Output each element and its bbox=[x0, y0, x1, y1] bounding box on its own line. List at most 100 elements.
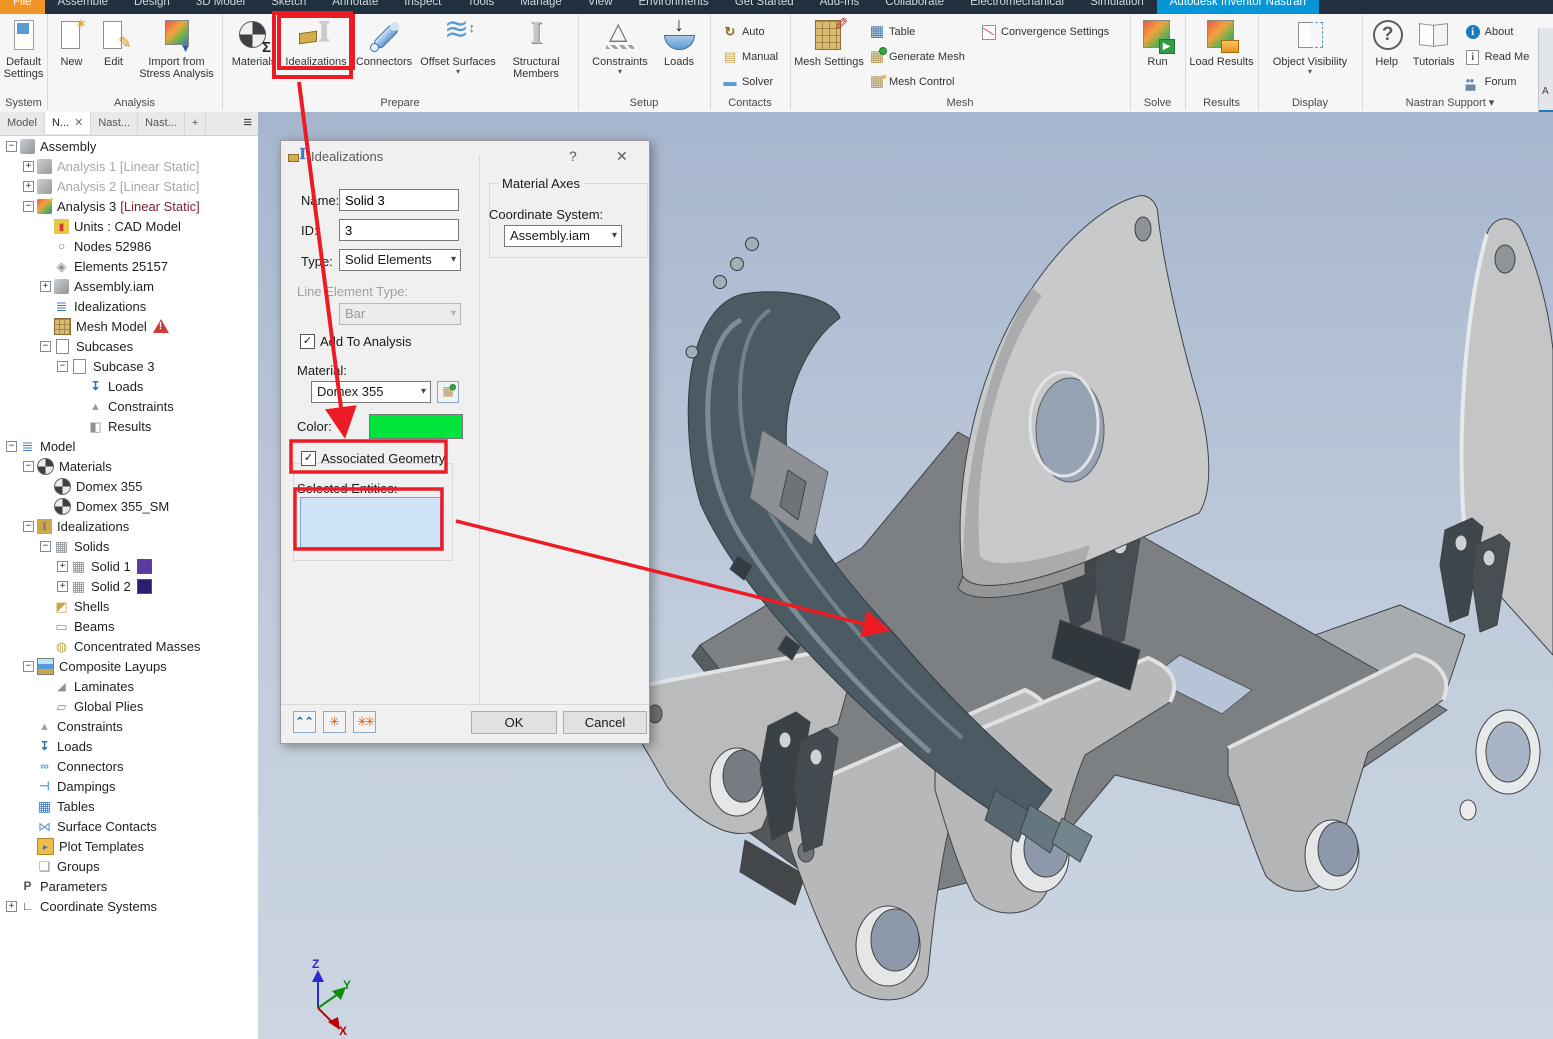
id-input[interactable] bbox=[339, 219, 459, 241]
idealizations-button[interactable]: Idealizations bbox=[277, 14, 355, 70]
tree-item-subcases[interactable]: − Subcases bbox=[0, 336, 258, 356]
menu-tab-simulation[interactable]: Simulation bbox=[1077, 0, 1157, 14]
tree-item-model[interactable]: − Model bbox=[0, 436, 258, 456]
tree-item-parameters[interactable]: Parameters bbox=[0, 876, 258, 896]
dialog-close-button[interactable]: ✕ bbox=[616, 148, 628, 165]
tree-item-solids[interactable]: − Solids bbox=[0, 536, 258, 556]
ok-button[interactable]: OK bbox=[471, 711, 557, 734]
minus-expander-icon[interactable]: − bbox=[40, 540, 51, 552]
run-button[interactable]: Run bbox=[1136, 16, 1180, 68]
menu-tab-design[interactable]: Design bbox=[121, 0, 183, 14]
forum-button[interactable]: Forum bbox=[1461, 69, 1534, 96]
tree-item-nodes-52986[interactable]: Nodes 52986 bbox=[0, 236, 258, 256]
panel-tab-model[interactable]: Model bbox=[0, 112, 45, 134]
dialog-titlebar[interactable]: Idealizations ? ✕ bbox=[281, 141, 649, 171]
load-results-button[interactable]: Load Results bbox=[1187, 16, 1257, 68]
menu-tab-get-started[interactable]: Get Started bbox=[722, 0, 807, 14]
collapse-dialog-button[interactable]: ⌃⌃ bbox=[293, 711, 316, 733]
default-settings-button[interactable]: Default Settings bbox=[1, 16, 47, 80]
tree-item-assembly-iam[interactable]: + Assembly.iam bbox=[0, 276, 258, 296]
cancel-button[interactable]: Cancel bbox=[563, 711, 647, 734]
new-analysis-button[interactable]: New bbox=[50, 15, 94, 68]
tree-item-loads[interactable]: Loads bbox=[0, 736, 258, 756]
plus-expander-icon[interactable]: + bbox=[57, 580, 68, 592]
add-to-analysis-checkbox[interactable]: ✓ bbox=[300, 334, 315, 349]
tree-item-idealizations[interactable]: − Idealizations bbox=[0, 516, 258, 536]
tree-item-concentrated-masses[interactable]: Concentrated Masses bbox=[0, 636, 258, 656]
minus-expander-icon[interactable]: − bbox=[23, 520, 34, 532]
materials-button[interactable]: Materials bbox=[229, 16, 279, 68]
tree-item-composite-layups[interactable]: − Composite Layups bbox=[0, 656, 258, 676]
plus-expander-icon[interactable]: + bbox=[23, 180, 34, 192]
tree-item-mesh-model[interactable]: Mesh Model bbox=[0, 316, 258, 336]
tree-item-subcase-3[interactable]: − Subcase 3 bbox=[0, 356, 258, 376]
plus-expander-icon[interactable]: + bbox=[23, 160, 34, 172]
menu-tab-collaborate[interactable]: Collaborate bbox=[872, 0, 957, 14]
panel-tab-[interactable]: + bbox=[185, 112, 207, 134]
structural-members-button[interactable]: Structural Members bbox=[501, 14, 571, 80]
tree-item-dampings[interactable]: Dampings bbox=[0, 776, 258, 796]
tree-item-groups[interactable]: Groups bbox=[0, 856, 258, 876]
associated-geometry-checkbox[interactable]: ✓ bbox=[301, 451, 316, 466]
plus-expander-icon[interactable]: + bbox=[40, 280, 51, 292]
tree-item-tables[interactable]: Tables bbox=[0, 796, 258, 816]
auto-contacts-button[interactable]: Auto bbox=[718, 19, 782, 44]
hamburger-menu-icon[interactable]: ≡ bbox=[243, 112, 252, 134]
tree-item-solid-2[interactable]: + Solid 2 bbox=[0, 576, 258, 596]
coordinate-system-dropdown[interactable]: Assembly.iam ▾ bbox=[504, 225, 622, 247]
material-dropdown[interactable]: Domex 355 ▾ bbox=[311, 381, 431, 403]
color-swatch[interactable] bbox=[136, 578, 152, 594]
tree-item-analysis-2-linear-static[interactable]: + Analysis 2 [Linear Static] bbox=[0, 176, 258, 196]
menu-tab-add-ins[interactable]: Add-Ins bbox=[807, 0, 873, 14]
color-swatch-field[interactable] bbox=[369, 414, 463, 439]
edit-analysis-button[interactable]: Edit bbox=[94, 16, 134, 68]
tree-item-assembly[interactable]: − Assembly bbox=[0, 136, 258, 156]
offset-surfaces-button[interactable]: Offset Surfaces ▾ bbox=[415, 12, 501, 76]
manual-contact-button[interactable]: Manual bbox=[718, 44, 782, 69]
menu-tab-annotate[interactable]: Annotate bbox=[319, 0, 391, 14]
new-material-button[interactable] bbox=[437, 381, 459, 403]
menu-tab-autodesk-inventor-nastran[interactable]: Autodesk Inventor Nastran bbox=[1156, 0, 1319, 14]
minus-expander-icon[interactable]: − bbox=[6, 140, 17, 152]
tree-item-constraints[interactable]: Constraints bbox=[0, 716, 258, 736]
import-from-stress-analysis-button[interactable]: Import from Stress Analysis bbox=[134, 16, 220, 80]
minus-expander-icon[interactable]: − bbox=[23, 460, 34, 472]
panel-tab-nast[interactable]: Nast... bbox=[91, 112, 139, 134]
preview-button[interactable]: ✳ bbox=[323, 711, 346, 733]
minus-expander-icon[interactable]: − bbox=[23, 660, 34, 672]
tutorials-button[interactable]: Tutorials bbox=[1407, 16, 1461, 68]
about-button[interactable]: About bbox=[1461, 19, 1534, 44]
plus-expander-icon[interactable]: + bbox=[6, 900, 17, 912]
tree-item-connectors[interactable]: Connectors bbox=[0, 756, 258, 776]
tree-item-analysis-1-linear-static[interactable]: + Analysis 1 [Linear Static] bbox=[0, 156, 258, 176]
tree-item-analysis-3[interactable]: − Analysis 3[Linear Static] bbox=[0, 193, 258, 216]
menu-tab-file[interactable]: File bbox=[0, 0, 45, 14]
color-swatch[interactable] bbox=[136, 558, 152, 574]
plus-expander-icon[interactable]: + bbox=[57, 560, 68, 572]
name-input[interactable] bbox=[339, 189, 459, 211]
help-button[interactable]: Help bbox=[1367, 16, 1407, 68]
tree-item-constraints[interactable]: Constraints bbox=[0, 396, 258, 416]
tree-item-results[interactable]: Results bbox=[0, 416, 258, 436]
mesh-table-button[interactable]: Table bbox=[865, 19, 977, 44]
tree-item-global-plies[interactable]: Global Plies bbox=[0, 696, 258, 716]
constraints-button[interactable]: Constraints ▾ bbox=[585, 16, 655, 76]
tree-item-elements-25157[interactable]: Elements 25157 bbox=[0, 256, 258, 276]
tree-item-loads[interactable]: Loads bbox=[0, 376, 258, 396]
dialog-help-button[interactable]: ? bbox=[569, 148, 577, 164]
tree-item-shells[interactable]: Shells bbox=[0, 596, 258, 616]
tree-item-domex-355-sm[interactable]: Domex 355_SM bbox=[0, 496, 258, 516]
menu-tab-3d-model[interactable]: 3D Model bbox=[183, 0, 258, 14]
menu-tab-sketch[interactable]: Sketch bbox=[258, 0, 319, 14]
tree-item-laminates[interactable]: Laminates bbox=[0, 676, 258, 696]
panel-tab-nast[interactable]: Nast... bbox=[138, 112, 185, 134]
minus-expander-icon[interactable]: − bbox=[57, 360, 68, 372]
panel-tab-n[interactable]: N... ✕ bbox=[44, 112, 92, 134]
connectors-button[interactable]: Connectors bbox=[353, 16, 415, 68]
tree-item-coordinate-systems[interactable]: + Coordinate Systems bbox=[0, 896, 258, 916]
minus-expander-icon[interactable]: − bbox=[40, 340, 51, 352]
tree-item-surface-contacts[interactable]: Surface Contacts bbox=[0, 816, 258, 836]
solver-contacts-button[interactable]: Solver bbox=[718, 69, 782, 94]
minus-expander-icon[interactable]: − bbox=[6, 440, 17, 452]
read-me-button[interactable]: Read Me bbox=[1461, 44, 1534, 69]
